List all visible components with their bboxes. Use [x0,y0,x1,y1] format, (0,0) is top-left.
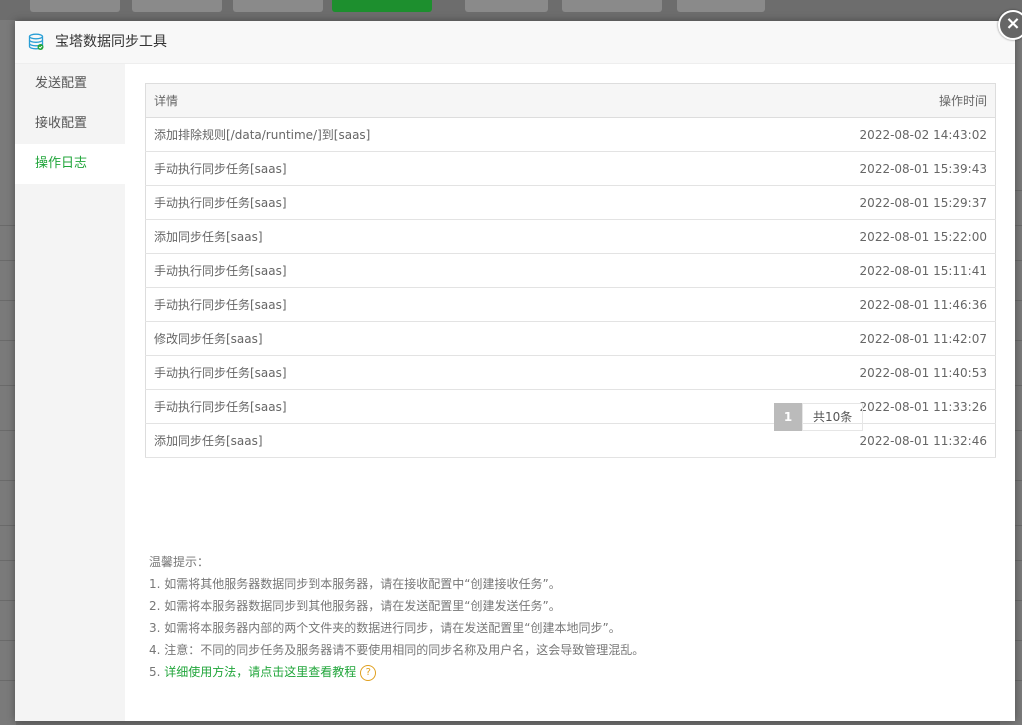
log-detail-cell: 手动执行同步任务[saas] [145,151,696,186]
tips-panel: 温馨提示： 1. 如需将其他服务器数据同步到本服务器，请在接收配置中“创建接收任… [149,551,989,683]
tip-line-tutorial: 5. 详细使用方法，请点击这里查看教程? [149,661,989,683]
log-detail-cell: 添加同步任务[saas] [145,219,696,254]
log-time-cell: 2022-08-01 15:39:43 [695,151,996,186]
log-detail-cell: 手动执行同步任务[saas] [145,355,696,390]
table-row: 手动执行同步任务[saas] 2022-08-01 15:29:37 [145,185,996,220]
background-divider [0,640,16,641]
background-tab-active [332,0,432,12]
tutorial-link[interactable]: 详细使用方法，请点击这里查看教程 [164,665,356,679]
dialog-header: 宝塔数据同步工具 [15,21,1015,64]
tip-line: 1. 如需将其他服务器数据同步到本服务器，请在接收配置中“创建接收任务”。 [149,577,561,591]
log-time-cell: 2022-08-01 15:29:37 [695,185,996,220]
log-detail-cell: 手动执行同步任务[saas] [145,185,696,220]
background-tab [677,0,765,12]
dialog-title: 宝塔数据同步工具 [55,34,167,50]
sidebar: 发送配置 接收配置 操作日志 [15,64,125,721]
background-divider [0,225,16,226]
tip-line: 4. 注意：不同的同步任务及服务器请不要使用相同的同步名称及用户名，这会导致管理… [149,643,645,657]
background-divider [0,430,16,431]
background-divider [0,340,16,341]
background-divider [0,525,16,526]
pagination: 1 共10条 [774,403,864,431]
table-row: 手动执行同步任务[saas] 2022-08-01 11:46:36 [145,287,996,322]
table-row: 手动执行同步任务[saas] 2022-08-01 15:39:43 [145,151,996,186]
tips-heading: 温馨提示： [149,555,210,569]
background-divider [0,260,16,261]
background-divider [0,680,16,681]
log-detail-cell: 修改同步任务[saas] [145,321,696,356]
log-time-cell: 2022-08-01 11:40:53 [695,355,996,390]
log-time-cell: 2022-08-01 11:42:07 [695,321,996,356]
log-time-cell: 2022-08-01 11:46:36 [695,287,996,322]
log-table: 详情 操作时间 添加排除规则[/data/runtime/]到[saas] 202… [145,83,996,458]
background-tabs [0,0,1022,14]
log-detail-cell: 添加同步任务[saas] [145,423,696,458]
question-circle-icon[interactable]: ? [360,664,377,681]
table-row: 添加排除规则[/data/runtime/]到[saas] 2022-08-02 … [145,117,996,152]
background-divider [0,560,16,561]
background-tab [30,0,120,12]
log-detail-cell: 手动执行同步任务[saas] [145,389,696,424]
log-detail-cell: 添加排除规则[/data/runtime/]到[saas] [145,117,696,152]
background-tab [465,0,548,12]
log-detail-cell: 手动执行同步任务[saas] [145,253,696,288]
tip-line: 3. 如需将本服务器内部的两个文件夹的数据进行同步，请在发送配置里“创建本地同步… [149,621,621,635]
sync-tool-dialog: 宝塔数据同步工具 × 发送配置 接收配置 操作日志 详情 操作时间 添加排除规则… [15,10,1022,721]
database-icon [28,33,44,50]
background-tab [132,0,222,12]
table-row: 手动执行同步任务[saas] 2022-08-01 11:40:53 [145,355,996,390]
table-header-row: 详情 操作时间 [145,83,996,118]
table-row: 手动执行同步任务[saas] 2022-08-01 15:11:41 [145,253,996,288]
background-divider [0,300,16,301]
tip-link-prefix: 5. [149,665,165,679]
sidebar-item-operation-log[interactable]: 操作日志 [15,144,125,184]
log-content: 详情 操作时间 添加排除规则[/data/runtime/]到[saas] 202… [145,83,996,458]
table-row: 手动执行同步任务[saas] 2022-08-01 11:33:26 [145,389,996,424]
background-divider [0,385,16,386]
log-time-cell: 2022-08-02 14:43:02 [695,117,996,152]
sidebar-item-send-config[interactable]: 发送配置 [15,64,125,104]
background-divider [0,480,16,481]
tip-line: 2. 如需将本服务器数据同步到其他服务器，请在发送配置里“创建发送任务”。 [149,599,561,613]
log-detail-cell: 手动执行同步任务[saas] [145,287,696,322]
log-time-cell: 2022-08-01 15:22:00 [695,219,996,254]
column-header-time: 操作时间 [695,83,996,118]
log-time-cell: 2022-08-01 15:11:41 [695,253,996,288]
background-divider [0,600,16,601]
column-header-detail: 详情 [145,83,696,118]
table-row: 添加同步任务[saas] 2022-08-01 11:32:46 [145,423,996,458]
background-tab [562,0,662,12]
close-icon[interactable]: × [998,10,1022,40]
background-tab [233,0,323,12]
table-row: 添加同步任务[saas] 2022-08-01 15:22:00 [145,219,996,254]
background-left-strip [0,20,16,725]
sidebar-item-receive-config[interactable]: 接收配置 [15,104,125,144]
page-button-current[interactable]: 1 [774,403,802,431]
table-row: 修改同步任务[saas] 2022-08-01 11:42:07 [145,321,996,356]
page-total: 共10条 [802,403,864,431]
